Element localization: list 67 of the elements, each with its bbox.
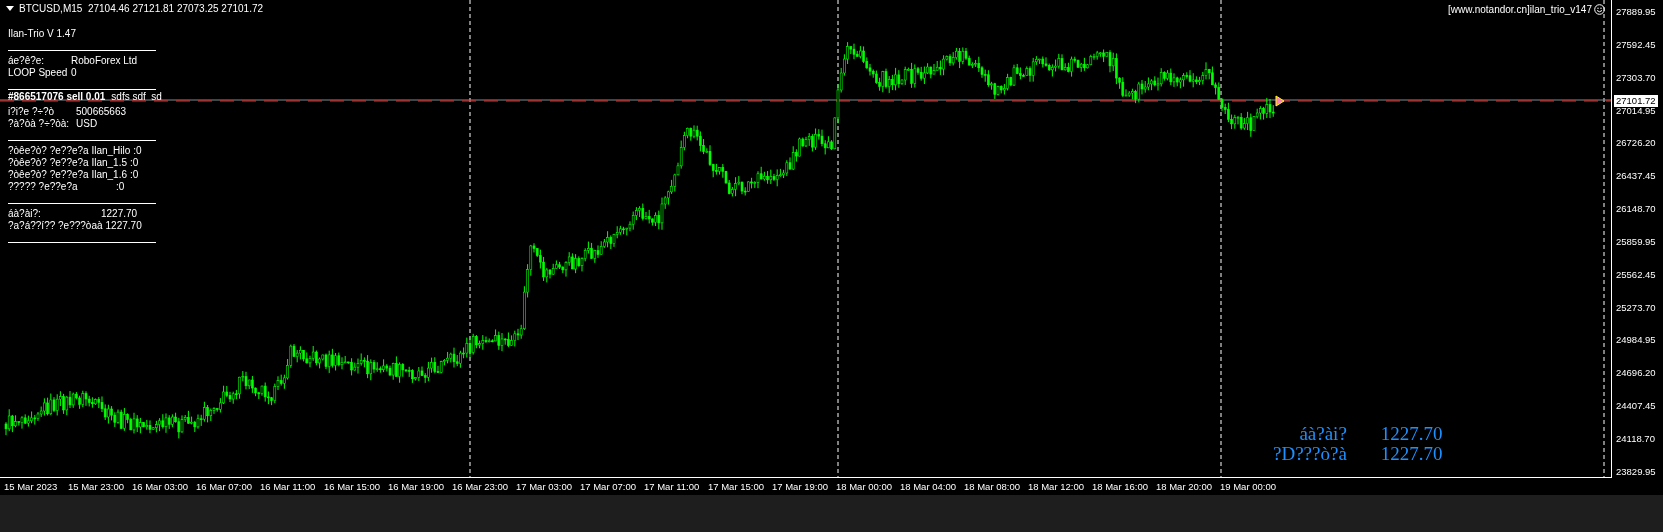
info-label: ?a?á??í?? ?e???òaà xyxy=(8,220,103,232)
info-label: LOOP Speed xyxy=(8,67,68,79)
info-label: ?òêe?ò? ?e??e?a Ilan_1.6 xyxy=(8,169,127,181)
current-price-label: 27101.72 xyxy=(1614,95,1658,107)
price-label: 27889.95 xyxy=(1616,6,1657,18)
time-label: 16 Mar 11:00 xyxy=(260,481,317,492)
time-label: 16 Mar 03:00 xyxy=(132,481,189,492)
price-label: 24984.95 xyxy=(1616,334,1657,347)
info-value: :0 xyxy=(116,181,125,193)
time-label: 16 Mar 19:00 xyxy=(388,481,445,492)
order-comment: sdfs sdf sd xyxy=(111,91,162,103)
ea-label: [www.notandor.cn]ilan_trio_v147 xyxy=(1448,4,1592,15)
info-label: áe?ê?e: xyxy=(8,55,46,67)
price-label: 25273.70 xyxy=(1616,301,1657,314)
ea-title: Ilan-Trio V 1.47 xyxy=(8,28,77,40)
info-value: :0 xyxy=(133,145,142,157)
time-label: 15 Mar 23:00 xyxy=(68,481,125,492)
time-label: 16 Mar 23:00 xyxy=(452,481,509,492)
info-value: 0 xyxy=(71,67,77,79)
price-label: 26726.20 xyxy=(1616,137,1657,150)
price-label: 27014.95 xyxy=(1616,104,1657,117)
time-label: 16 Mar 07:00 xyxy=(196,481,253,492)
info-value: USD xyxy=(76,118,98,130)
price-label: 27592.45 xyxy=(1616,38,1657,51)
price-label: 24118.70 xyxy=(1616,432,1656,445)
info-value: 500665663 xyxy=(76,106,127,118)
info-label: áà?ài?: xyxy=(8,208,42,220)
time-label: 18 Mar 16:00 xyxy=(1092,481,1149,492)
time-label: 17 Mar 07:00 xyxy=(580,481,637,492)
summary-value: 1227.70 xyxy=(1380,444,1443,464)
info-label: ?òêe?ò? ?e??e?a Ilan_1.5 xyxy=(8,157,127,169)
time-label: 18 Mar 08:00 xyxy=(964,481,1021,492)
price-label: 25562.45 xyxy=(1616,268,1657,281)
time-label: 18 Mar 04:00 xyxy=(900,481,957,492)
price-label: 23829.95 xyxy=(1616,465,1657,478)
info-label: ????? ?e??e?a xyxy=(8,181,79,193)
summary-label: ?D???ò?à xyxy=(1273,444,1347,464)
order-text: #866517076 sell 0.01 xyxy=(8,91,106,103)
price-label: 26148.70 xyxy=(1616,203,1657,216)
time-label: 17 Mar 15:00 xyxy=(708,481,765,492)
info-label: i?i?e ?÷?ò xyxy=(8,106,56,118)
info-value: :0 xyxy=(130,169,139,181)
info-label: ?òêe?ò? ?e??e?a Ilan_Hilo xyxy=(8,145,131,157)
price-label: 24407.45 xyxy=(1616,400,1657,413)
info-label: ?à?òà ?÷?òà: xyxy=(8,118,71,130)
info-value: RoboForex Ltd xyxy=(71,55,138,67)
info-value: 1227.70 xyxy=(105,220,142,232)
time-label: 19 Mar 00:00 xyxy=(1220,481,1277,492)
time-label: 17 Mar 03:00 xyxy=(516,481,573,492)
time-label: 17 Mar 19:00 xyxy=(772,481,829,492)
price-label: 26437.45 xyxy=(1616,170,1657,183)
time-label: 17 Mar 11:00 xyxy=(644,481,701,492)
smiley-icon xyxy=(1594,4,1605,15)
info-value: :0 xyxy=(130,157,139,169)
summary-value: 1227.70 xyxy=(1380,424,1443,444)
summary-label: áà?ài? xyxy=(1298,424,1347,444)
time-label: 15 Mar 2023 xyxy=(4,481,59,492)
time-label: 18 Mar 12:00 xyxy=(1028,481,1085,492)
time-label: 18 Mar 20:00 xyxy=(1156,481,1213,492)
price-label: 25859.95 xyxy=(1616,235,1657,248)
price-label: 27303.70 xyxy=(1616,71,1657,84)
time-label: 18 Mar 00:00 xyxy=(836,481,893,492)
price-label: 24696.20 xyxy=(1616,367,1657,380)
info-value: 1227.70 xyxy=(101,208,138,220)
time-label: 16 Mar 15:00 xyxy=(324,481,381,492)
symbol-quote: BTCUSD,M15 27104.46 27121.81 27073.25 27101.72 xyxy=(19,3,264,14)
dropdown-icon[interactable] xyxy=(6,6,14,11)
